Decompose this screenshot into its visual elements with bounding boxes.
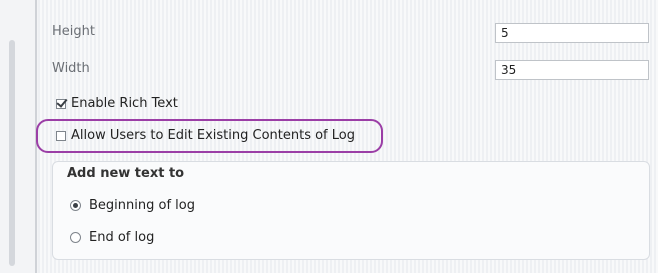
end-of-log-label: End of log [89, 230, 155, 245]
left-sidebar-strip [0, 0, 40, 273]
sidebar-scrollbar[interactable] [9, 40, 15, 266]
add-new-text-title: Add new text to [67, 166, 185, 181]
beginning-of-log-option[interactable]: Beginning of log [70, 198, 195, 213]
height-label: Height [52, 24, 95, 39]
beginning-of-log-radio[interactable] [70, 200, 81, 211]
beginning-of-log-label: Beginning of log [89, 198, 195, 213]
height-input[interactable]: 5 [495, 23, 649, 43]
end-of-log-radio[interactable] [70, 232, 81, 243]
allow-edit-existing-option[interactable]: Allow Users to Edit Existing Contents of… [56, 128, 355, 143]
allow-edit-existing-label: Allow Users to Edit Existing Contents of… [71, 128, 355, 143]
width-label: Width [52, 61, 90, 76]
end-of-log-option[interactable]: End of log [70, 230, 154, 245]
enable-rich-text-checkbox[interactable] [56, 98, 66, 109]
enable-rich-text-option[interactable]: Enable Rich Text [56, 96, 178, 111]
panel-divider [35, 0, 37, 273]
allow-edit-existing-checkbox[interactable] [56, 130, 66, 141]
enable-rich-text-label: Enable Rich Text [71, 96, 178, 111]
width-input[interactable]: 35 [495, 60, 649, 80]
